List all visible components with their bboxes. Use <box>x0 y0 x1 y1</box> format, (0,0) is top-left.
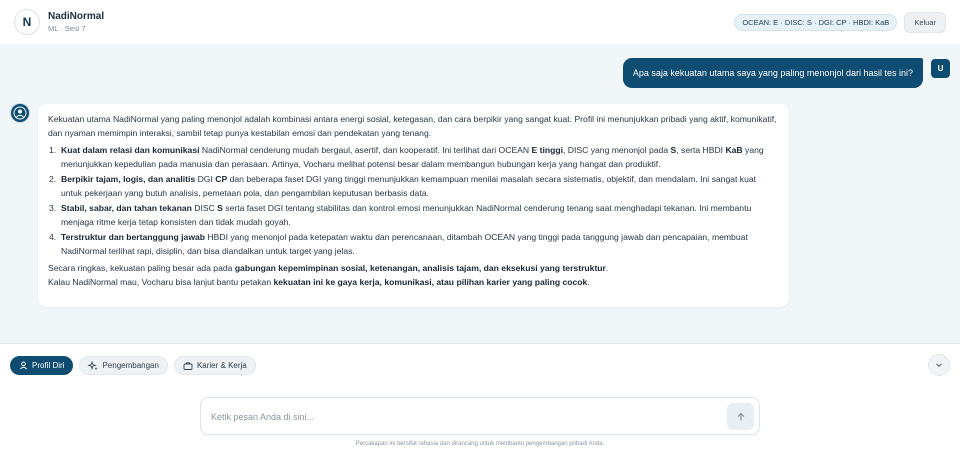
closing-highlight: kekuatan ini ke gaya kerja, komunikasi, … <box>273 277 588 287</box>
list-number: 4. <box>49 232 57 242</box>
send-button[interactable] <box>727 403 754 430</box>
tab-label: Profil Diri <box>32 361 65 370</box>
tab-label: Karier & Kerja <box>196 361 247 370</box>
summary-highlight: gabungan kepemimpinan sosial, ketenangan… <box>234 263 606 273</box>
assistant-avatar <box>10 103 30 123</box>
tab-profil-diri[interactable]: Profil Diri <box>10 356 74 375</box>
assistant-intro: Kekuatan utama NadiNormal yang paling me… <box>48 114 777 138</box>
assistant-summary: Secara ringkas, kekuatan paling besar ad… <box>48 261 779 275</box>
privacy-note: Percakapan ini bersifat rahasia dan dira… <box>355 441 605 447</box>
session-subtitle: ML · Sesi 7 <box>48 23 86 33</box>
tab-label: Pengembangan <box>102 361 159 370</box>
user-name: NadiNormal <box>48 10 105 22</box>
message-composer <box>200 397 760 435</box>
point-text: DISC <box>191 203 218 213</box>
point-text: DGI <box>195 174 216 184</box>
strengths-list: 1. Kuat dalam relasi dan komunikasi NadiN… <box>49 143 779 258</box>
point-text: , serta HBDI <box>676 145 726 155</box>
point-text: , DISC yang menonjol pada <box>563 145 671 155</box>
arrow-up-icon <box>737 412 744 420</box>
point-text: NadiNormal cenderung mudah bergaul, aser… <box>199 145 532 155</box>
closing-text: Kalau NadiNormal mau, Vocharu bisa lanju… <box>48 277 274 287</box>
point-highlight: E tinggi <box>531 145 564 155</box>
list-item: 2. Berpikir tajam, logis, dan analitis DG… <box>49 172 779 200</box>
point-highlight: KaB <box>725 145 743 155</box>
closing-text: . <box>587 277 590 287</box>
summary-text: . <box>605 263 609 273</box>
user-message-bubble: Apa saja kekuatan utama saya yang paling… <box>622 58 923 88</box>
user-avatar: U <box>931 59 950 78</box>
list-item: 4. Terstruktur dan bertanggung jawab HBDI… <box>49 230 779 258</box>
profile-badge: OCEAN: E · DISC: S · DGI: CP · HBDI: KaB <box>734 13 898 31</box>
list-item: 1. Kuat dalam relasi dan komunikasi NadiN… <box>49 143 779 171</box>
list-number: 3. <box>49 203 57 213</box>
list-number: 1. <box>49 145 57 155</box>
chevron-down-icon <box>936 363 942 368</box>
point-heading: Kuat dalam relasi dan komunikasi <box>61 145 200 155</box>
sparkle-icon <box>88 360 99 370</box>
logout-button[interactable]: Keluar <box>904 11 946 33</box>
point-heading: Berpikir tajam, logis, dan analitis <box>61 174 196 184</box>
tab-pengembangan[interactable]: Pengembangan <box>79 356 168 375</box>
assistant-message: Kekuatan utama NadiNormal yang paling me… <box>38 104 789 307</box>
assistant-closing: Kalau NadiNormal mau, Vocharu bisa lanju… <box>48 275 779 289</box>
point-heading: Stabil, sabar, dan tahan tekanan <box>61 203 192 213</box>
session-title: NadiNormal ML · Sesi 7 <box>48 11 104 34</box>
assistant-logo-icon <box>13 106 27 120</box>
user-message: Apa saja kekuatan utama saya yang paling… <box>622 58 950 88</box>
point-heading: Terstruktur dan bertanggung jawab <box>61 232 206 242</box>
summary-text: Secara ringkas, kekuatan paling besar ad… <box>48 263 235 273</box>
topic-tabs: Profil Diri Pengembangan Karier & Kerja <box>10 356 256 375</box>
briefcase-icon <box>183 361 193 370</box>
tab-karier-kerja[interactable]: Karier & Kerja <box>173 356 256 375</box>
user-icon <box>19 361 28 370</box>
list-number: 2. <box>49 174 57 184</box>
profile-avatar: N <box>14 9 40 35</box>
collapse-button[interactable] <box>928 354 950 376</box>
message-input[interactable] <box>211 407 711 427</box>
point-highlight: CP <box>215 174 228 184</box>
list-item: 3. Stabil, sabar, dan tahan tekanan DISC … <box>49 201 779 229</box>
top-header: N NadiNormal ML · Sesi 7 OCEAN: E · DISC… <box>0 0 960 44</box>
